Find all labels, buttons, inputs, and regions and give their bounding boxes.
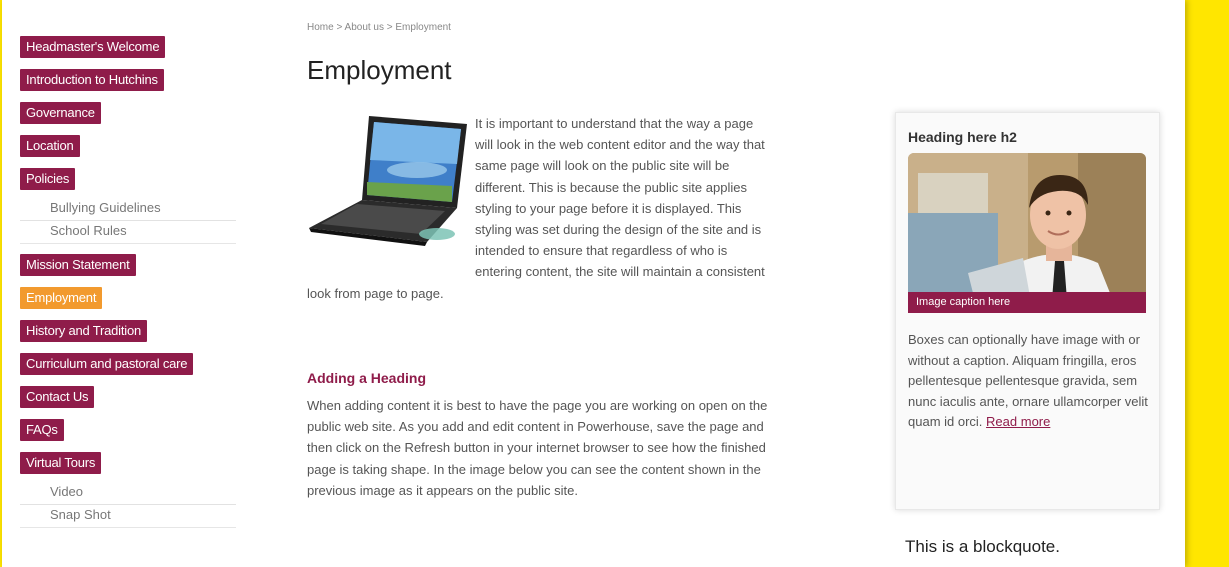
sidebar-subitem-school-rules[interactable]: School Rules	[20, 221, 236, 244]
sidebar-item-policies[interactable]: Policies	[20, 168, 76, 190]
side-box: Heading here h2 Image caption here Boxes…	[895, 112, 1160, 510]
sidebar-item-history-tradition[interactable]: History and Tradition	[20, 320, 148, 342]
sidebar-item-introduction[interactable]: Introduction to Hutchins	[20, 69, 164, 91]
intro-paragraph: It is important to understand that the w…	[307, 113, 770, 304]
sidebar-item-faqs[interactable]: FAQs	[20, 419, 64, 441]
side-box-heading: Heading here h2	[908, 129, 1017, 145]
sidebar-nav: Headmaster's Welcome Introduction to Hut…	[20, 36, 260, 532]
section-heading: Adding a Heading	[307, 370, 426, 386]
sidebar-item-headmasters-welcome[interactable]: Headmaster's Welcome	[20, 36, 166, 58]
student-photo-illustration	[908, 153, 1146, 313]
sidebar-item-mission-statement[interactable]: Mission Statement	[20, 254, 136, 276]
page-title: Employment	[307, 55, 452, 85]
sidebar-item-virtual-tours[interactable]: Virtual Tours	[20, 452, 102, 474]
student-photo: Image caption here	[908, 153, 1146, 313]
sidebar-item-governance[interactable]: Governance	[20, 102, 101, 124]
sidebar-item-contact-us[interactable]: Contact Us	[20, 386, 95, 408]
sidebar-subitem-video[interactable]: Video	[20, 482, 236, 505]
side-box-text: Boxes can optionally have image with or …	[908, 330, 1153, 433]
sidebar-item-curriculum[interactable]: Curriculum and pastoral care	[20, 353, 194, 375]
breadcrumb[interactable]: Home > About us > Employment	[307, 22, 451, 33]
background-shape	[1185, 0, 1229, 567]
sidebar-subitem-bullying-guidelines[interactable]: Bullying Guidelines	[20, 198, 236, 221]
sidebar-item-location[interactable]: Location	[20, 135, 80, 157]
page: Headmaster's Welcome Introduction to Hut…	[2, 0, 1185, 567]
section-paragraph: When adding content it is best to have t…	[307, 398, 768, 498]
blockquote: This is a blockquote.	[905, 537, 1060, 556]
sidebar-subitem-snap-shot[interactable]: Snap Shot	[20, 505, 236, 528]
image-caption: Image caption here	[908, 292, 1146, 313]
sidebar-item-employment[interactable]: Employment	[20, 287, 103, 309]
read-more-link[interactable]: Read more	[986, 414, 1050, 429]
